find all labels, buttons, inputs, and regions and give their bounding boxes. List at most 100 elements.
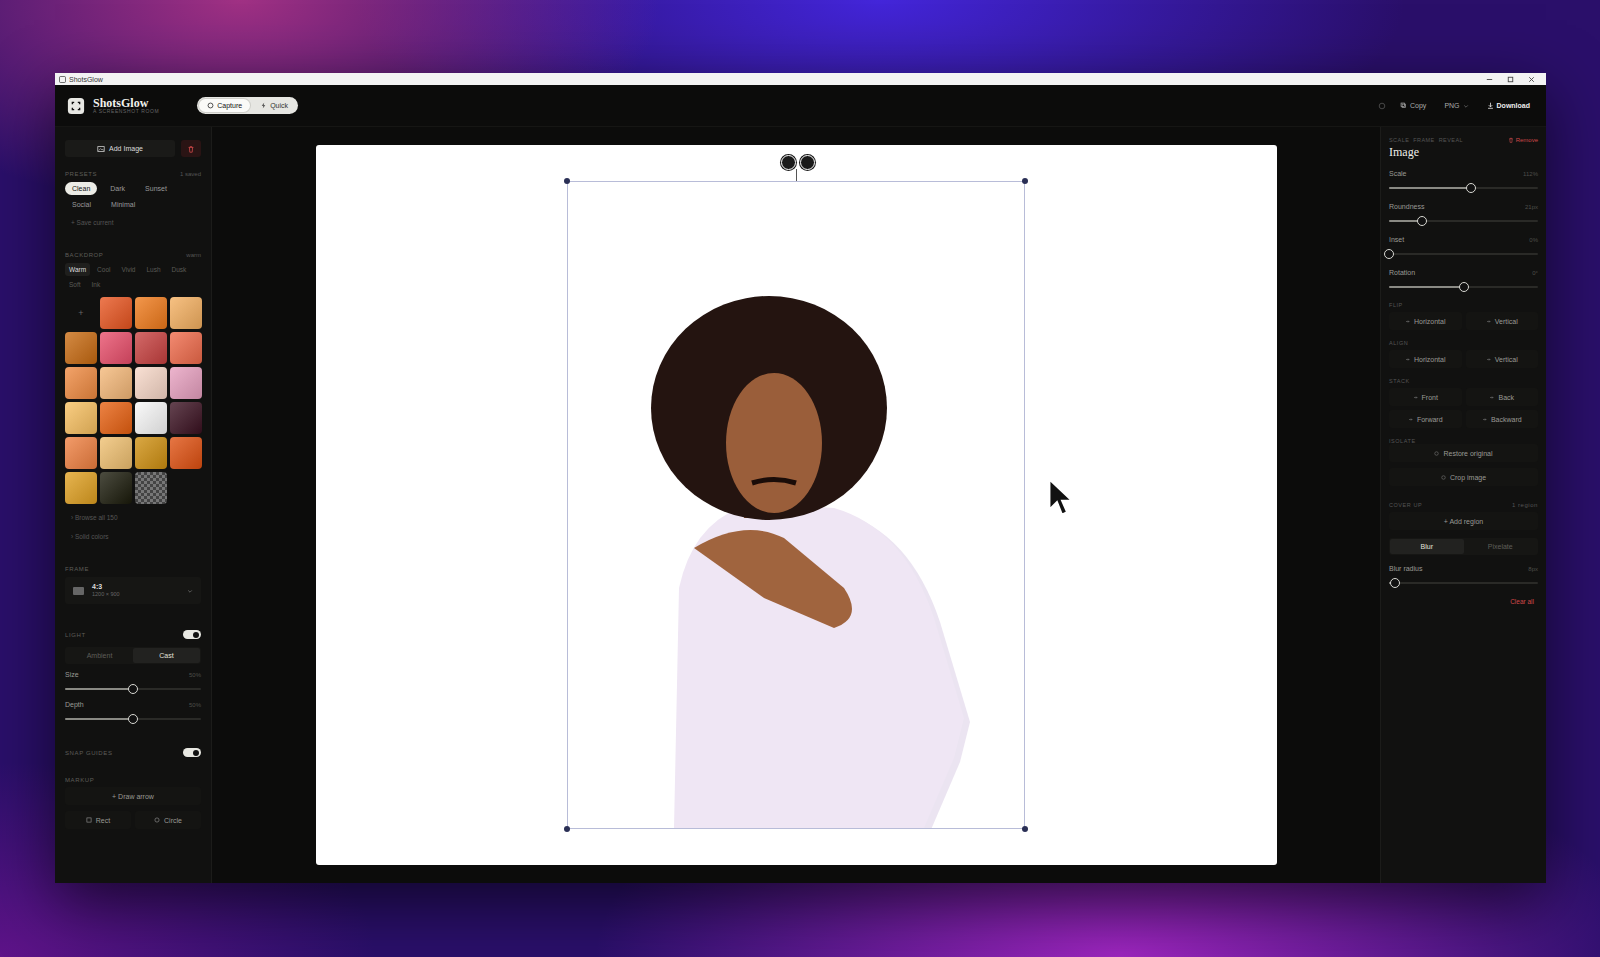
slider[interactable] bbox=[1389, 578, 1538, 588]
slider[interactable] bbox=[1389, 216, 1538, 226]
color-swatch[interactable] bbox=[170, 437, 202, 469]
isolate-button[interactable]: Restore original bbox=[1389, 444, 1538, 462]
color-swatch[interactable] bbox=[100, 367, 132, 399]
action-icon bbox=[1413, 395, 1418, 400]
color-swatch[interactable] bbox=[100, 402, 132, 434]
backdrop-tab[interactable]: Ink bbox=[88, 278, 105, 291]
remove-handle[interactable] bbox=[800, 155, 815, 170]
selection-box[interactable] bbox=[567, 181, 1025, 829]
resize-handle[interactable] bbox=[1022, 178, 1028, 184]
download-button[interactable]: Download bbox=[1483, 99, 1534, 112]
color-swatch[interactable] bbox=[65, 332, 97, 364]
format-select[interactable]: PNG bbox=[1440, 99, 1472, 112]
preset-chip[interactable]: Minimal bbox=[104, 198, 142, 211]
color-swatch[interactable] bbox=[135, 297, 167, 329]
preset-chip[interactable]: Clean bbox=[65, 182, 97, 195]
frame-select[interactable]: 4:31200 × 900 bbox=[65, 577, 201, 604]
backdrop-tab[interactable]: Lush bbox=[142, 263, 164, 276]
save-preset-button[interactable]: + Save current bbox=[65, 217, 201, 228]
rotate-handle[interactable] bbox=[781, 155, 796, 170]
isolate-button[interactable]: Crop image bbox=[1389, 468, 1538, 486]
inspector-tab[interactable]: FRAME bbox=[1413, 137, 1434, 143]
mode-button[interactable]: Quick bbox=[252, 99, 296, 112]
light-mode-button[interactable]: Ambient bbox=[66, 648, 133, 663]
backdrop-tab[interactable]: Soft bbox=[65, 278, 85, 291]
color-swatch[interactable] bbox=[170, 367, 202, 399]
action-icon bbox=[1482, 417, 1487, 422]
slider-reading: 8px bbox=[1528, 566, 1538, 572]
canvas[interactable] bbox=[316, 145, 1277, 865]
color-swatch[interactable] bbox=[170, 332, 202, 364]
add-image-button[interactable]: Add Image bbox=[65, 140, 175, 157]
cover-mode-button[interactable]: Blur bbox=[1390, 539, 1464, 554]
inspector-button[interactable]: Back bbox=[1466, 388, 1539, 406]
color-swatch[interactable] bbox=[100, 437, 132, 469]
copy-button[interactable]: Copy bbox=[1396, 99, 1430, 112]
left-sidebar: Add ImagePRESETS1 savedCleanDarkSunsetSo… bbox=[55, 127, 212, 883]
inspector-button[interactable]: Vertical bbox=[1466, 350, 1539, 368]
minimize-icon[interactable] bbox=[1485, 75, 1494, 84]
slider-label: Rotation bbox=[1389, 269, 1415, 276]
inspector-button[interactable]: Backward bbox=[1466, 410, 1539, 428]
inspector-button[interactable]: Vertical bbox=[1466, 312, 1539, 330]
action-icon bbox=[1486, 319, 1491, 324]
snap-toggle[interactable] bbox=[183, 748, 201, 757]
slider[interactable] bbox=[65, 684, 201, 694]
color-swatch[interactable] bbox=[65, 472, 97, 504]
resize-handle[interactable] bbox=[1022, 826, 1028, 832]
resize-handle[interactable] bbox=[564, 826, 570, 832]
inspector-button[interactable]: Horizontal bbox=[1389, 350, 1462, 368]
close-icon[interactable] bbox=[1527, 75, 1536, 84]
slider[interactable] bbox=[1389, 249, 1538, 259]
slider[interactable] bbox=[1389, 282, 1538, 292]
slider[interactable] bbox=[65, 714, 201, 724]
delete-button[interactable] bbox=[181, 140, 201, 157]
shape-button[interactable]: Circle bbox=[135, 811, 201, 829]
transparent-swatch[interactable] bbox=[135, 472, 167, 504]
inspector-tab[interactable]: REVEAL bbox=[1439, 137, 1463, 143]
inspector-button[interactable]: Forward bbox=[1389, 410, 1462, 428]
color-swatch[interactable] bbox=[170, 297, 202, 329]
app-icon bbox=[59, 76, 66, 83]
maximize-icon[interactable] bbox=[1506, 75, 1515, 84]
backdrop-tab[interactable]: Warm bbox=[65, 263, 90, 276]
color-swatch[interactable] bbox=[170, 402, 202, 434]
light-mode-button[interactable]: Cast bbox=[133, 648, 200, 663]
backdrop-tab[interactable]: Dusk bbox=[168, 263, 191, 276]
preset-chip[interactable]: Sunset bbox=[138, 182, 174, 195]
slider[interactable] bbox=[1389, 183, 1538, 193]
backdrop-tab[interactable]: Cool bbox=[93, 263, 114, 276]
color-swatch[interactable] bbox=[100, 332, 132, 364]
cover-mode-button[interactable]: Pixelate bbox=[1464, 539, 1538, 554]
history-icon[interactable] bbox=[1378, 102, 1386, 110]
preset-chip[interactable]: Dark bbox=[103, 182, 132, 195]
color-swatch[interactable] bbox=[135, 402, 167, 434]
inspector-tab[interactable]: SCALE bbox=[1389, 137, 1409, 143]
shape-button[interactable]: Rect bbox=[65, 811, 131, 829]
browse-link[interactable]: › Browse all 150 bbox=[65, 512, 201, 523]
color-swatch[interactable] bbox=[135, 437, 167, 469]
light-toggle[interactable] bbox=[183, 630, 201, 639]
backdrop-tab[interactable]: Vivid bbox=[117, 263, 139, 276]
remove-button[interactable]: Remove bbox=[1508, 137, 1538, 143]
add-swatch-button[interactable]: + bbox=[65, 297, 97, 329]
color-swatch[interactable] bbox=[135, 367, 167, 399]
inspector-button[interactable]: Front bbox=[1389, 388, 1462, 406]
solid-colors-link[interactable]: › Solid colors bbox=[65, 531, 201, 542]
app-window: ShotsGlowShotsGlowA SCREENSHOT ROOMCaptu… bbox=[55, 73, 1546, 883]
color-swatch[interactable] bbox=[100, 472, 132, 504]
preset-chip[interactable]: Social bbox=[65, 198, 98, 211]
brand: ShotsGlowA SCREENSHOT ROOM bbox=[67, 97, 159, 115]
photo[interactable] bbox=[634, 288, 981, 828]
color-swatch[interactable] bbox=[65, 367, 97, 399]
clear-all-button[interactable]: Clear all bbox=[1506, 596, 1538, 607]
color-swatch[interactable] bbox=[65, 402, 97, 434]
draw-arrow-button[interactable]: + Draw arrow bbox=[65, 787, 201, 805]
inspector-button[interactable]: Horizontal bbox=[1389, 312, 1462, 330]
add-region-button[interactable]: + Add region bbox=[1389, 512, 1538, 530]
resize-handle[interactable] bbox=[564, 178, 570, 184]
mode-button[interactable]: Capture bbox=[199, 99, 250, 112]
color-swatch[interactable] bbox=[135, 332, 167, 364]
color-swatch[interactable] bbox=[65, 437, 97, 469]
color-swatch[interactable] bbox=[100, 297, 132, 329]
